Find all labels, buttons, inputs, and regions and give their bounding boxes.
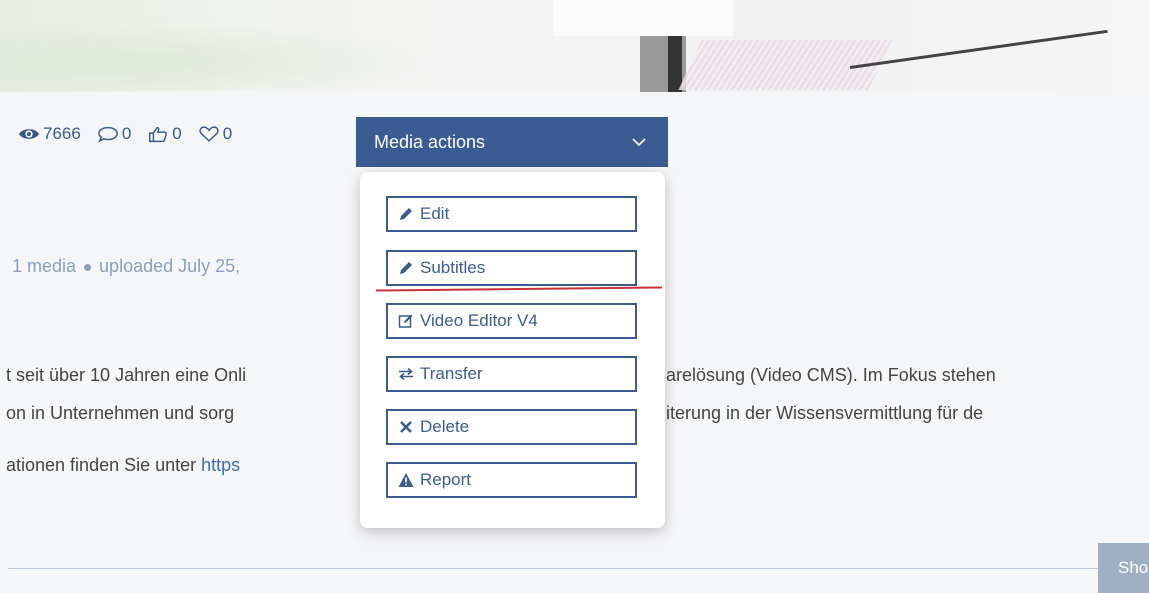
x-icon [400, 421, 412, 433]
eye-icon [18, 129, 40, 139]
transfer-arrows-icon [399, 367, 413, 381]
media-actions-label: Media actions [374, 131, 486, 152]
menu-item-report-label: Report [420, 470, 472, 489]
menu-item-subtitles-label: Subtitles [420, 258, 486, 277]
menu-item-video-editor-label: Video Editor V4 [420, 311, 538, 330]
menu-item-subtitles[interactable]: Subtitles [386, 250, 637, 286]
edit-square-icon [398, 314, 413, 328]
menu-item-transfer-label: Transfer [420, 364, 483, 383]
description-line-2-right: iterung in der Wissensvermittlung für de [666, 403, 984, 423]
views-stat: 7666 [18, 124, 81, 144]
comment-icon [97, 126, 118, 143]
menu-item-edit[interactable]: Edit [386, 196, 637, 232]
heart-icon [199, 126, 219, 142]
comments-count: 0 [121, 124, 132, 143]
media-count: 1 media [12, 256, 77, 276]
media-thumbnail [0, 0, 1149, 92]
section-divider [8, 568, 1098, 569]
media-actions-button[interactable]: Media actions [356, 117, 668, 167]
likes-count: 0 [172, 124, 182, 143]
favorites-stat[interactable]: 0 [198, 124, 232, 144]
warning-icon [398, 473, 414, 487]
description-line-1-left: t seit über 10 Jahren eine Onli [6, 365, 247, 385]
chevron-down-icon [632, 138, 646, 147]
favorites-count: 0 [222, 124, 233, 143]
menu-item-delete[interactable]: Delete [386, 409, 637, 445]
menu-item-video-editor[interactable]: Video Editor V4 [386, 303, 637, 339]
menu-item-edit-label: Edit [420, 204, 450, 223]
menu-item-transfer[interactable]: Transfer [386, 356, 637, 392]
thumbs-up-icon [149, 126, 168, 143]
description-line-1-right: arelösung (Video CMS). Im Fokus stehen [666, 365, 996, 385]
comments-stat[interactable]: 0 [97, 124, 131, 144]
media-actions-menu: Edit Subtitles Video Editor V4 Transfer … [360, 172, 665, 528]
media-meta: 1 media uploaded July 25, [12, 256, 240, 277]
description-line-3-text: ationen finden Sie unter [6, 455, 202, 475]
media-stats: 7666 0 0 0 [18, 124, 248, 144]
menu-item-delete-label: Delete [420, 417, 470, 436]
description-line-3: ationen finden Sie unter https [6, 455, 240, 476]
description-line-2-left: on in Unternehmen und sorg [6, 403, 235, 423]
info-link[interactable]: https [201, 455, 240, 475]
likes-stat[interactable]: 0 [147, 124, 182, 144]
menu-item-report[interactable]: Report [386, 462, 637, 498]
pencil-icon [400, 262, 412, 274]
show-more-button[interactable]: Sho [1098, 543, 1149, 593]
pencil-icon [400, 208, 412, 220]
upload-date: uploaded July 25, [99, 256, 241, 276]
bullet-dot [84, 263, 92, 271]
views-count: 7666 [43, 124, 81, 143]
